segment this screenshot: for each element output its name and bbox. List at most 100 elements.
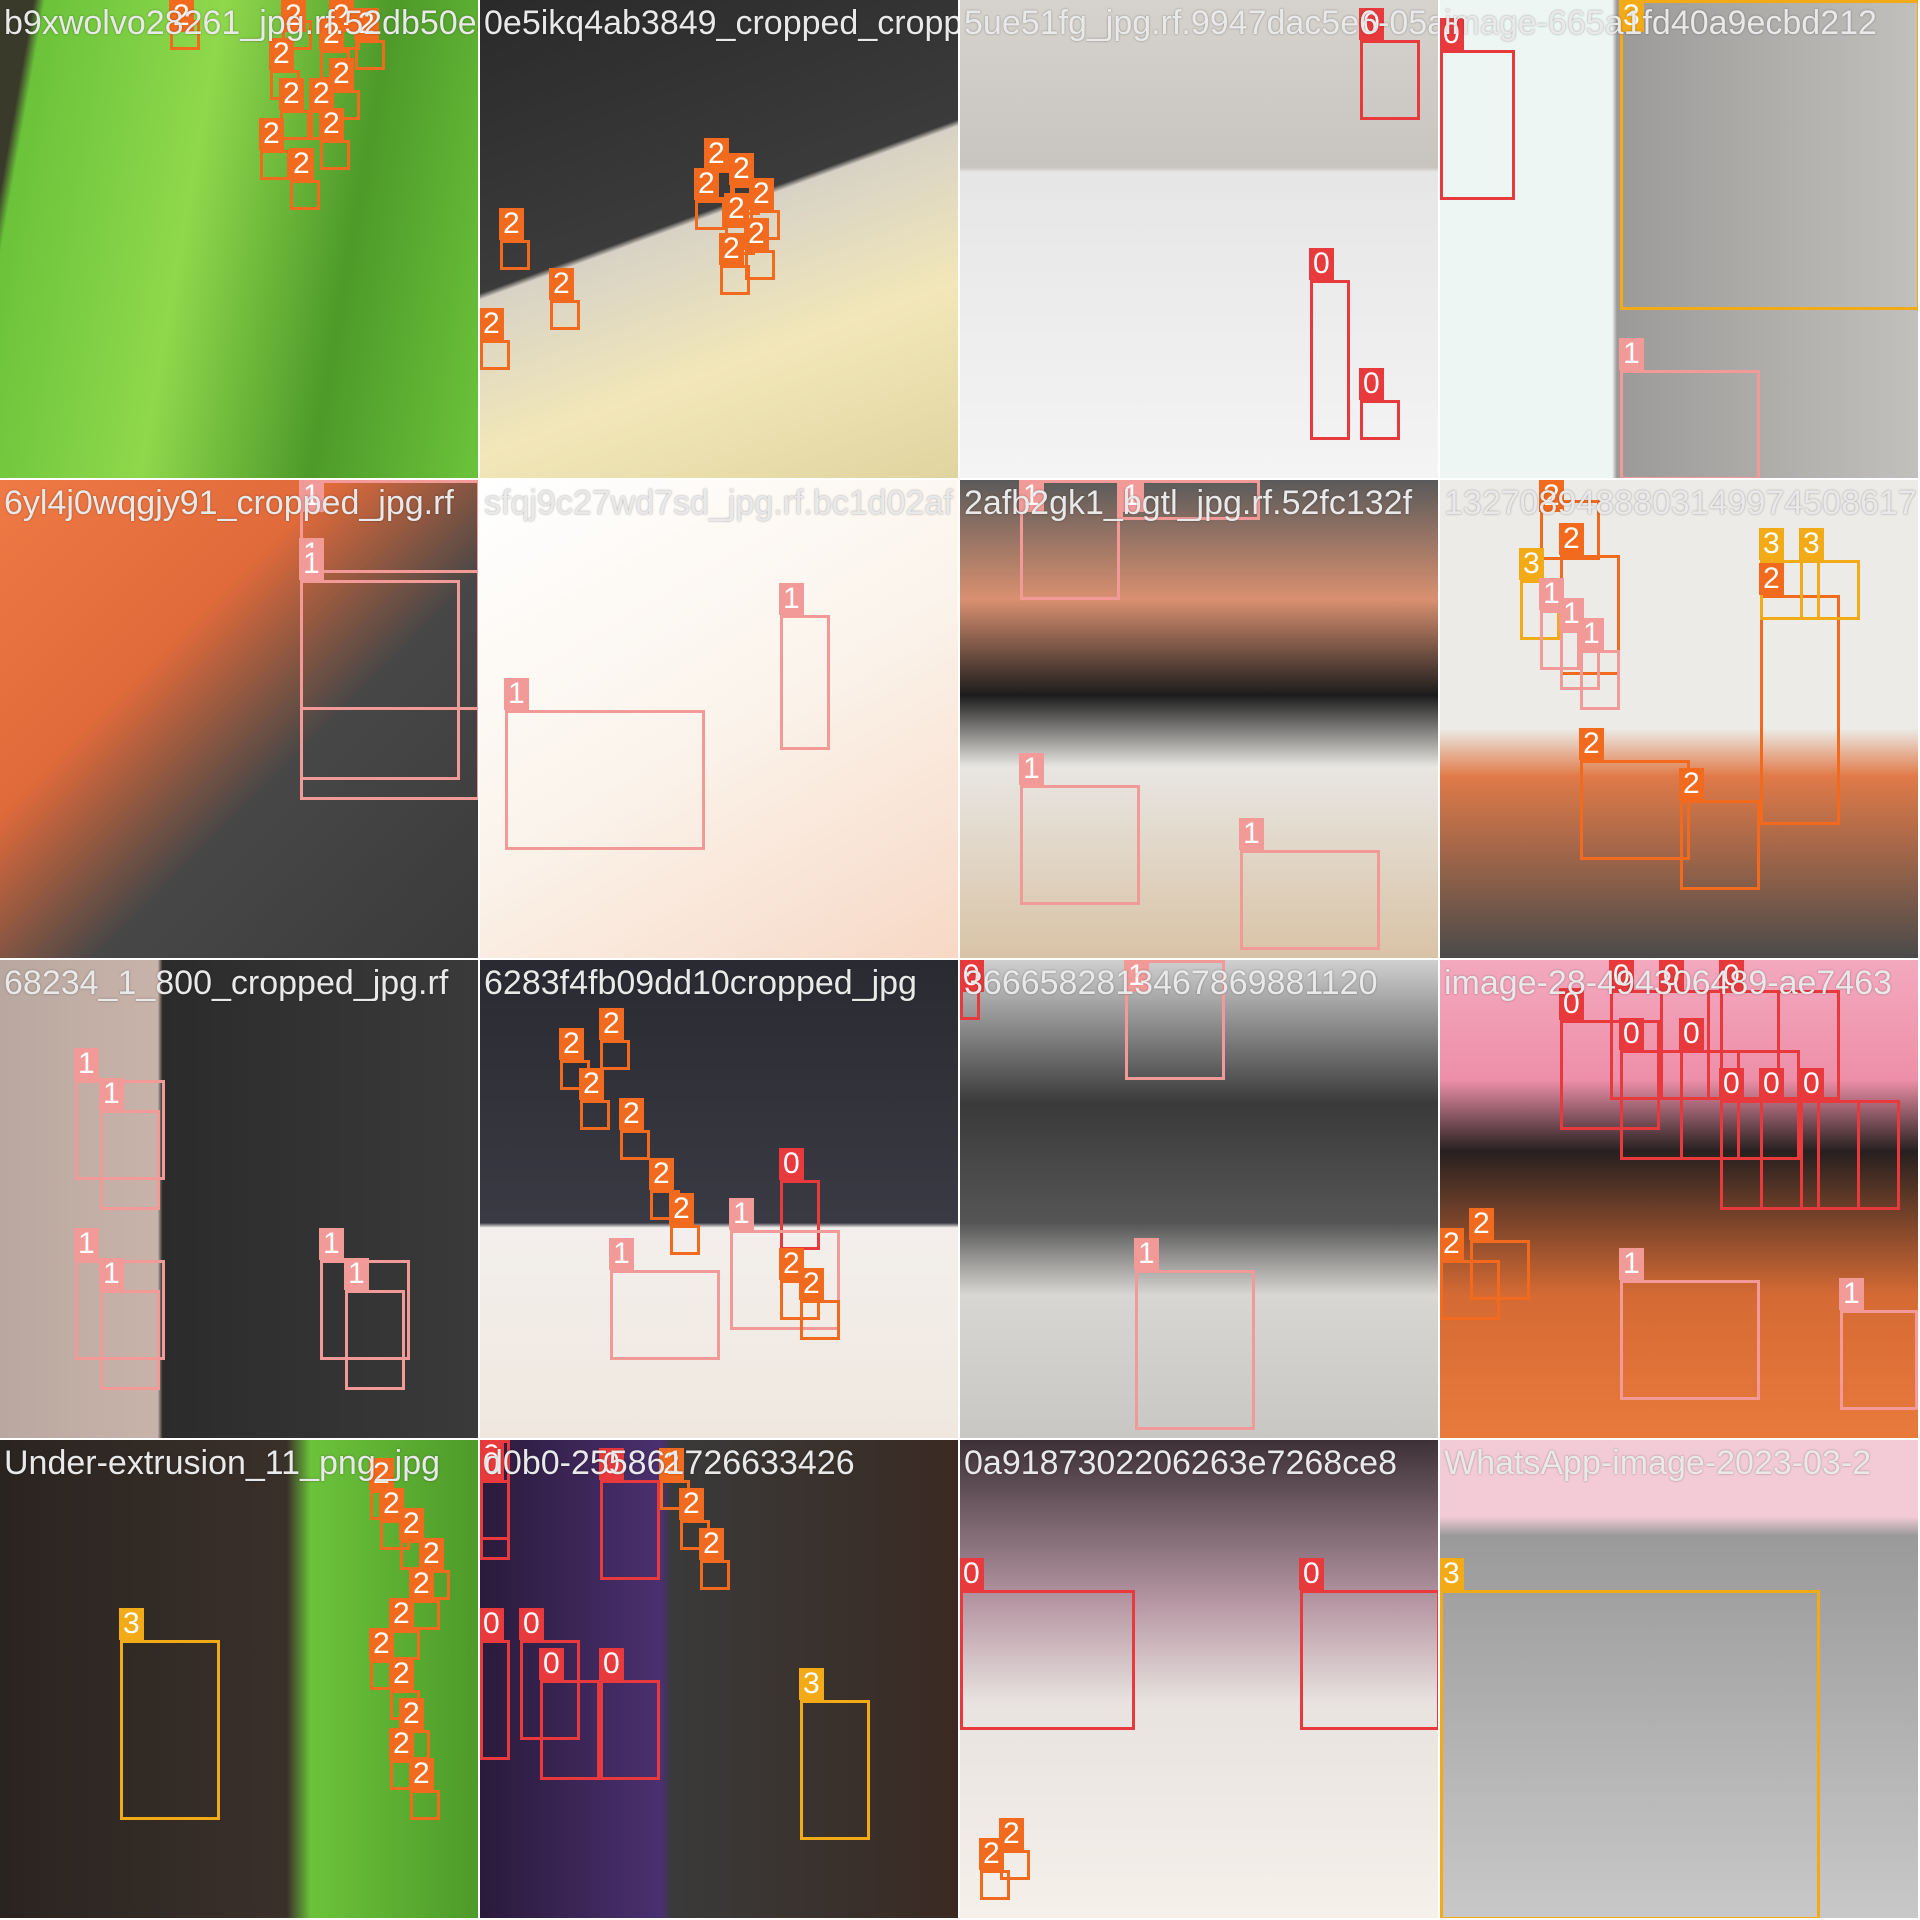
detection-box xyxy=(800,1300,840,1340)
class-label: 0 xyxy=(779,1148,804,1180)
tile-8: 1327089488803149974508617 22222333111 xyxy=(1440,480,1918,958)
detection-box xyxy=(1760,595,1840,825)
class-label: 2 xyxy=(369,1628,394,1660)
detection-box xyxy=(1800,560,1860,620)
detection-box xyxy=(260,150,290,180)
detection-box xyxy=(280,110,310,140)
detection-box xyxy=(500,240,530,270)
detection-box xyxy=(390,1630,420,1660)
class-label: 3 xyxy=(799,1668,824,1700)
detection-box xyxy=(700,1560,730,1590)
class-label: 1 xyxy=(1619,1248,1644,1280)
detection-box xyxy=(1300,1590,1438,1730)
detection-box xyxy=(780,615,830,750)
class-label: 3 xyxy=(1440,1558,1464,1590)
tile-7: 2afb2gk1_bgtl_jpg.rf.52fc132f 1111 xyxy=(960,480,1438,958)
class-label: 1 xyxy=(779,583,804,615)
tile-filename: sfqj9c27wd7sd_jpg.rf.bc1d02af xyxy=(484,484,953,522)
class-label: 0 xyxy=(1299,1558,1324,1590)
detection-box xyxy=(505,710,705,850)
tile-filename: d0b0-255861726633426 xyxy=(484,1444,855,1482)
tile-4: image-665a1fd40a9ecbd212 301 xyxy=(1440,0,1918,478)
detection-box xyxy=(480,1640,510,1760)
tile-1: b9xwolvo28261_jpg.rf.52db50e5ik04ab3849_… xyxy=(0,0,478,478)
class-label: 1 xyxy=(1619,338,1644,370)
class-label: 0 xyxy=(480,1608,504,1640)
detection-box xyxy=(1360,400,1400,440)
tile-5: 6yl4j0wqgjy91_cropped_jpg.rf 111 xyxy=(0,480,478,958)
class-label: 2 xyxy=(699,1528,724,1560)
detection-box xyxy=(670,1225,700,1255)
detection-box xyxy=(1620,0,1918,310)
class-label: 1 xyxy=(74,1228,99,1260)
class-label: 2 xyxy=(649,1158,674,1190)
class-label: 0 xyxy=(1309,248,1334,280)
class-label: 1 xyxy=(504,678,529,710)
class-label: 2 xyxy=(559,1028,584,1060)
class-label: 2 xyxy=(389,1658,414,1690)
class-label: 2 xyxy=(419,1538,444,1570)
detection-box xyxy=(1240,850,1380,950)
tile-filename: Under-extrusion_11_png_jpg xyxy=(4,1444,441,1482)
class-label: 3 xyxy=(1799,528,1824,560)
tile-filename: 1327089488803149974508617 xyxy=(1444,484,1917,522)
tile-image xyxy=(0,0,478,478)
class-label: 1 xyxy=(1019,753,1044,785)
class-label: 2 xyxy=(1440,1228,1464,1260)
detection-box xyxy=(345,1290,405,1390)
class-label: 1 xyxy=(99,1078,124,1110)
detection-box xyxy=(410,1790,440,1820)
detection-box xyxy=(600,1480,660,1580)
tile-filename: 0a9187302206263e7268ce8 xyxy=(964,1444,1398,1482)
tile-3: 5ue51fg_jpg.rf.9947dac5e6-05a1fd40a9ecbd… xyxy=(960,0,1438,478)
class-label: 2 xyxy=(669,1193,694,1225)
detection-box xyxy=(800,1700,870,1840)
class-label: 1 xyxy=(299,548,324,580)
detection-box xyxy=(540,1680,600,1780)
detection-box xyxy=(1000,1850,1030,1880)
class-label: 0 xyxy=(1719,1068,1744,1100)
class-label: 2 xyxy=(1559,523,1584,555)
tile-filename: 5ue51fg_jpg.rf.9947dac5e6-05a1fd40a9ecbd… xyxy=(964,4,1438,42)
class-label: 3 xyxy=(119,1608,144,1640)
detection-box xyxy=(580,1100,610,1130)
class-label: 1 xyxy=(609,1238,634,1270)
detection-box xyxy=(100,1110,160,1210)
class-label: 1 xyxy=(1839,1278,1864,1310)
detection-box xyxy=(600,1040,630,1070)
tile-13: Under-extrusion_11_png_jpg 322222222222 xyxy=(0,1440,478,1918)
detection-box xyxy=(120,1640,220,1820)
class-label: 2 xyxy=(389,1728,414,1760)
class-label: 1 xyxy=(1579,618,1604,650)
class-label: 2 xyxy=(1469,1208,1494,1240)
tile-2: 0e5ikq4ab3849_cropped_cropped_jpg.rf.4ca… xyxy=(480,0,958,478)
class-label: 2 xyxy=(309,78,334,110)
class-label: 1 xyxy=(729,1198,754,1230)
class-label: 0 xyxy=(1679,1018,1704,1050)
tile-filename: image-665a1fd40a9ecbd212 xyxy=(1444,4,1877,42)
class-label: 0 xyxy=(1619,1018,1644,1050)
class-label: 0 xyxy=(960,1558,984,1590)
detection-box xyxy=(1310,280,1350,440)
class-label: 2 xyxy=(399,1508,424,1540)
class-label: 2 xyxy=(799,1268,824,1300)
class-label: 2 xyxy=(579,1068,604,1100)
tile-filename: b9xwolvo28261_jpg.rf.52db50e5ik04ab3849_… xyxy=(4,4,478,42)
class-label: 2 xyxy=(999,1818,1024,1850)
tile-filename: 3666582813467869881120 xyxy=(964,964,1378,1002)
tile-9: 68234_1_800_cropped_jpg.rf 111111 xyxy=(0,960,478,1438)
class-label: 2 xyxy=(499,208,524,240)
tile-10: 6283f4fb09dd10cropped_jpg 22222201122 xyxy=(480,960,958,1438)
class-label: 0 xyxy=(1759,1068,1784,1100)
detection-box xyxy=(600,1680,660,1780)
detection-box xyxy=(100,1290,160,1390)
detection-box xyxy=(1440,1590,1820,1918)
tile-6: sfqj9c27wd7sd_jpg.rf.bc1d02af 1 1 xyxy=(480,480,958,958)
class-label: 3 xyxy=(1759,528,1784,560)
class-label: 2 xyxy=(289,148,314,180)
detection-box xyxy=(550,300,580,330)
class-label: 1 xyxy=(1239,818,1264,850)
tile-filename: 6yl4j0wqgjy91_cropped_jpg.rf xyxy=(4,484,454,522)
detection-box xyxy=(695,200,725,230)
detection-box xyxy=(1680,800,1760,890)
